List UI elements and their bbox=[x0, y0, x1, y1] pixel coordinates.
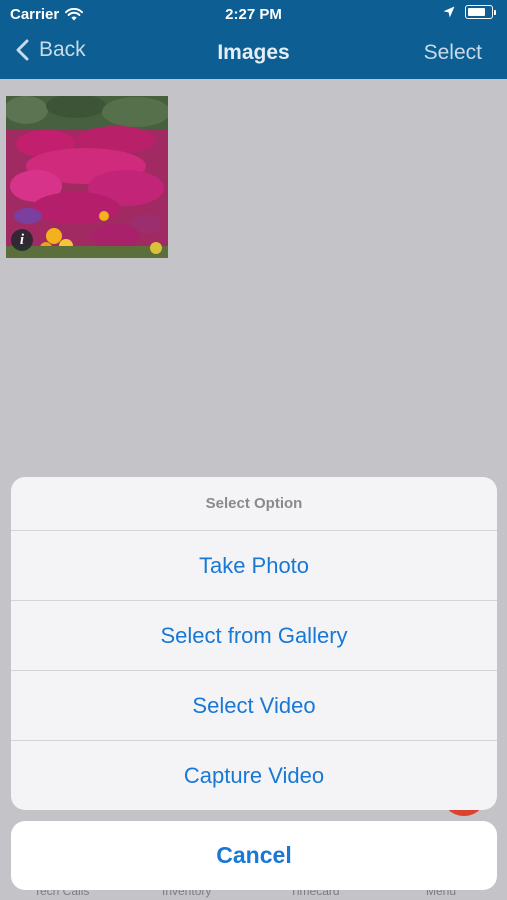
image-thumbnail[interactable]: i bbox=[6, 96, 168, 258]
nav-bar: Back Images Select bbox=[0, 28, 507, 79]
header: Carrier 2:27 PM Back Images Select bbox=[0, 0, 507, 79]
select-button[interactable]: Select bbox=[424, 41, 482, 65]
action-sheet: Select Option Take Photo Select from Gal… bbox=[11, 477, 497, 810]
status-right bbox=[443, 5, 496, 19]
cancel-button[interactable]: Cancel bbox=[11, 821, 497, 890]
info-icon[interactable]: i bbox=[11, 229, 33, 251]
location-arrow-icon bbox=[443, 6, 455, 18]
battery-icon bbox=[465, 5, 496, 19]
select-video-option[interactable]: Select Video bbox=[11, 671, 497, 741]
take-photo-option[interactable]: Take Photo bbox=[11, 531, 497, 601]
status-time: 2:27 PM bbox=[225, 6, 282, 23]
select-from-gallery-option[interactable]: Select from Gallery bbox=[11, 601, 497, 671]
action-sheet-title: Select Option bbox=[11, 477, 497, 531]
status-bar: Carrier 2:27 PM bbox=[0, 0, 507, 28]
capture-video-option[interactable]: Capture Video bbox=[11, 741, 497, 810]
